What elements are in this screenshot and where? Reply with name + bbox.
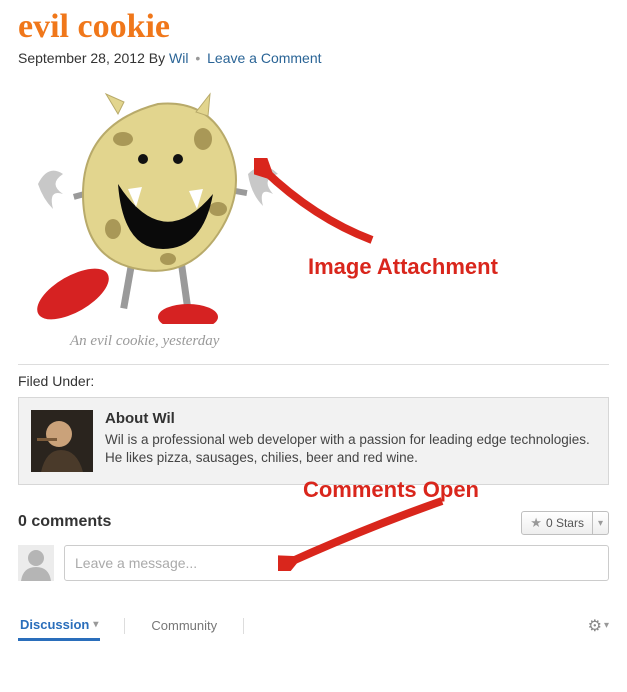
post-date: September 28, 2012 [18,50,145,66]
stars-label: 0 Stars [546,516,584,530]
author-avatar [31,410,93,472]
tab-discussion-label: Discussion [20,617,89,632]
author-bio: Wil is a professional web developer with… [105,431,596,467]
meta-separator: • [195,50,200,66]
tab-discussion[interactable]: Discussion ▾ [18,611,100,641]
stars-button-group: ★ 0 Stars ▾ [521,511,609,535]
chevron-down-icon: ▾ [598,518,603,529]
anon-avatar [18,545,54,581]
chevron-down-icon: ▾ [93,619,98,630]
gear-icon: ⚙ [588,616,602,636]
post-title: evil cookie [18,8,609,46]
comments-tabs: Discussion ▾ Community ⚙ ▾ [18,611,609,641]
attachment-image [18,74,298,324]
chevron-down-icon: ▾ [604,620,609,631]
image-caption: An evil cookie, yesterday [18,333,609,350]
leave-comment-link[interactable]: Leave a Comment [207,50,321,66]
comments-count: 0 comments [18,513,111,530]
comments-section: Comments Open 0 comments ★ 0 Stars ▾ Dis… [18,513,609,641]
tab-community[interactable]: Community [149,612,219,639]
post-figure: Image Attachment An evil cookie, yesterd… [18,74,609,350]
tab-divider [124,618,125,634]
stars-button[interactable]: ★ 0 Stars [521,511,593,535]
author-heading: About Wil [105,410,596,427]
star-icon: ★ [530,515,542,531]
stars-dropdown[interactable]: ▾ [593,511,609,535]
author-box: About Wil Wil is a professional web deve… [18,397,609,485]
tab-divider [243,618,244,634]
annotation-label-image: Image Attachment [308,254,498,280]
post-meta: September 28, 2012 By Wil • Leave a Comm… [18,50,609,66]
tab-community-label: Community [151,618,217,633]
settings-menu[interactable]: ⚙ ▾ [588,616,609,636]
author-link[interactable]: Wil [169,50,188,66]
filed-under: Filed Under: [18,364,609,389]
comment-input[interactable] [64,545,609,581]
by-label: By [149,50,165,66]
